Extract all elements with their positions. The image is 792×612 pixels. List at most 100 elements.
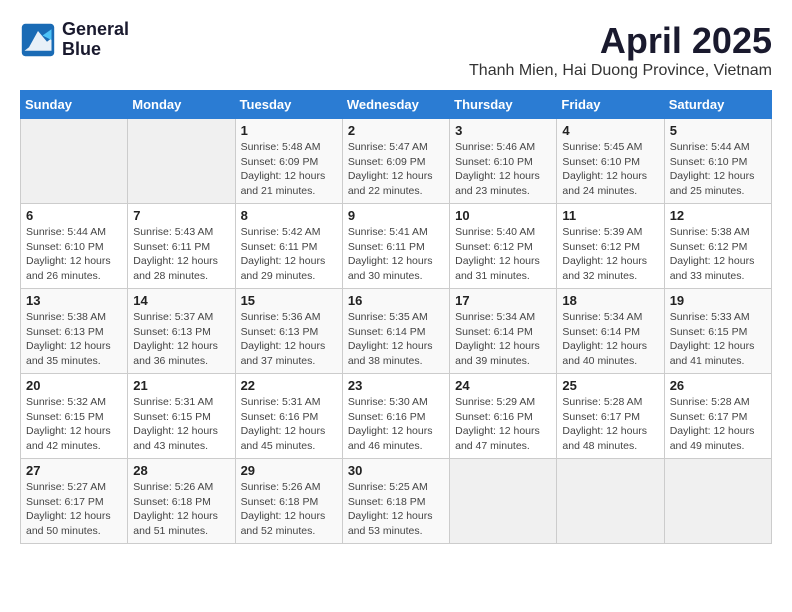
- calendar-cell: 22 Sunrise: 5:31 AM Sunset: 6:16 PM Dayli…: [235, 374, 342, 459]
- day-number: 14: [133, 293, 229, 308]
- day-number: 16: [348, 293, 444, 308]
- day-number: 20: [26, 378, 122, 393]
- calendar-cell: 6Sunrise: 5:44 AM Sunset: 6:10 PM Daylig…: [21, 204, 128, 289]
- calendar-cell: [128, 119, 235, 204]
- calendar-cell: 3 Sunrise: 5:46 AM Sunset: 6:10 PM Daylig…: [450, 119, 557, 204]
- logo-line1: General: [62, 20, 129, 40]
- day-info: Sunrise: 5:47 AM Sunset: 6:09 PM Dayligh…: [348, 140, 444, 199]
- calendar-cell: 19 Sunrise: 5:33 AM Sunset: 6:15 PM Dayli…: [664, 289, 771, 374]
- day-number: 19: [670, 293, 766, 308]
- day-info: Sunrise: 5:30 AM Sunset: 6:16 PM Dayligh…: [348, 395, 444, 454]
- calendar-cell: 23 Sunrise: 5:30 AM Sunset: 6:16 PM Dayli…: [342, 374, 449, 459]
- calendar-cell: [664, 459, 771, 544]
- day-number: 24: [455, 378, 551, 393]
- weekday-header-monday: Monday: [128, 91, 235, 119]
- day-number: 1: [241, 123, 337, 138]
- calendar-cell: 2 Sunrise: 5:47 AM Sunset: 6:09 PM Daylig…: [342, 119, 449, 204]
- calendar-cell: 20Sunrise: 5:32 AM Sunset: 6:15 PM Dayli…: [21, 374, 128, 459]
- day-info: Sunrise: 5:34 AM Sunset: 6:14 PM Dayligh…: [455, 310, 551, 369]
- day-info: Sunrise: 5:31 AM Sunset: 6:15 PM Dayligh…: [133, 395, 229, 454]
- day-info: Sunrise: 5:40 AM Sunset: 6:12 PM Dayligh…: [455, 225, 551, 284]
- day-number: 13: [26, 293, 122, 308]
- day-info: Sunrise: 5:42 AM Sunset: 6:11 PM Dayligh…: [241, 225, 337, 284]
- day-info: Sunrise: 5:43 AM Sunset: 6:11 PM Dayligh…: [133, 225, 229, 284]
- calendar-cell: 17Sunrise: 5:34 AM Sunset: 6:14 PM Dayli…: [450, 289, 557, 374]
- calendar-cell: 24 Sunrise: 5:29 AM Sunset: 6:16 PM Dayli…: [450, 374, 557, 459]
- day-number: 3: [455, 123, 551, 138]
- day-info: Sunrise: 5:38 AM Sunset: 6:12 PM Dayligh…: [670, 225, 766, 284]
- calendar-cell: 26 Sunrise: 5:28 AM Sunset: 6:17 PM Dayli…: [664, 374, 771, 459]
- day-number: 12: [670, 208, 766, 223]
- calendar-cell: [450, 459, 557, 544]
- calendar-cell: 27 Sunrise: 5:27 AM Sunset: 6:17 PM Dayli…: [21, 459, 128, 544]
- calendar-cell: 4 Sunrise: 5:45 AM Sunset: 6:10 PM Daylig…: [557, 119, 664, 204]
- calendar-cell: 30 Sunrise: 5:25 AM Sunset: 6:18 PM Dayli…: [342, 459, 449, 544]
- weekday-header-wednesday: Wednesday: [342, 91, 449, 119]
- day-info: Sunrise: 5:46 AM Sunset: 6:10 PM Dayligh…: [455, 140, 551, 199]
- calendar-week-5: 27 Sunrise: 5:27 AM Sunset: 6:17 PM Dayli…: [21, 459, 772, 544]
- day-number: 2: [348, 123, 444, 138]
- day-number: 11: [562, 208, 658, 223]
- calendar-cell: 1Sunrise: 5:48 AM Sunset: 6:09 PM Daylig…: [235, 119, 342, 204]
- day-number: 5: [670, 123, 766, 138]
- day-info: Sunrise: 5:26 AM Sunset: 6:18 PM Dayligh…: [133, 480, 229, 539]
- day-info: Sunrise: 5:27 AM Sunset: 6:17 PM Dayligh…: [26, 480, 122, 539]
- calendar-week-1: 1Sunrise: 5:48 AM Sunset: 6:09 PM Daylig…: [21, 119, 772, 204]
- header: General Blue April 2025 Thanh Mien, Hai …: [20, 20, 772, 80]
- day-info: Sunrise: 5:44 AM Sunset: 6:10 PM Dayligh…: [670, 140, 766, 199]
- day-info: Sunrise: 5:36 AM Sunset: 6:13 PM Dayligh…: [241, 310, 337, 369]
- weekday-header-saturday: Saturday: [664, 91, 771, 119]
- calendar-cell: 16Sunrise: 5:35 AM Sunset: 6:14 PM Dayli…: [342, 289, 449, 374]
- day-number: 18: [562, 293, 658, 308]
- day-info: Sunrise: 5:31 AM Sunset: 6:16 PM Dayligh…: [241, 395, 337, 454]
- weekday-header-thursday: Thursday: [450, 91, 557, 119]
- weekday-header-friday: Friday: [557, 91, 664, 119]
- day-number: 10: [455, 208, 551, 223]
- title-area: April 2025 Thanh Mien, Hai Duong Provinc…: [469, 20, 772, 80]
- calendar-cell: 10 Sunrise: 5:40 AM Sunset: 6:12 PM Dayli…: [450, 204, 557, 289]
- day-number: 26: [670, 378, 766, 393]
- calendar-cell: 11Sunrise: 5:39 AM Sunset: 6:12 PM Dayli…: [557, 204, 664, 289]
- day-number: 27: [26, 463, 122, 478]
- calendar-week-4: 20Sunrise: 5:32 AM Sunset: 6:15 PM Dayli…: [21, 374, 772, 459]
- calendar-cell: [557, 459, 664, 544]
- day-info: Sunrise: 5:28 AM Sunset: 6:17 PM Dayligh…: [670, 395, 766, 454]
- day-info: Sunrise: 5:29 AM Sunset: 6:16 PM Dayligh…: [455, 395, 551, 454]
- day-number: 4: [562, 123, 658, 138]
- day-info: Sunrise: 5:41 AM Sunset: 6:11 PM Dayligh…: [348, 225, 444, 284]
- day-number: 8: [241, 208, 337, 223]
- location: Thanh Mien, Hai Duong Province, Vietnam: [469, 62, 772, 80]
- weekday-header-row: SundayMondayTuesdayWednesdayThursdayFrid…: [21, 91, 772, 119]
- logo-icon: [20, 22, 56, 58]
- day-info: Sunrise: 5:33 AM Sunset: 6:15 PM Dayligh…: [670, 310, 766, 369]
- weekday-header-tuesday: Tuesday: [235, 91, 342, 119]
- calendar-cell: 21Sunrise: 5:31 AM Sunset: 6:15 PM Dayli…: [128, 374, 235, 459]
- day-number: 15: [241, 293, 337, 308]
- day-number: 30: [348, 463, 444, 478]
- calendar-cell: 8 Sunrise: 5:42 AM Sunset: 6:11 PM Daylig…: [235, 204, 342, 289]
- calendar-cell: 13Sunrise: 5:38 AM Sunset: 6:13 PM Dayli…: [21, 289, 128, 374]
- calendar-cell: 9 Sunrise: 5:41 AM Sunset: 6:11 PM Daylig…: [342, 204, 449, 289]
- weekday-header-sunday: Sunday: [21, 91, 128, 119]
- logo: General Blue: [20, 20, 129, 60]
- calendar-cell: 14 Sunrise: 5:37 AM Sunset: 6:13 PM Dayli…: [128, 289, 235, 374]
- calendar-week-2: 6Sunrise: 5:44 AM Sunset: 6:10 PM Daylig…: [21, 204, 772, 289]
- day-info: Sunrise: 5:37 AM Sunset: 6:13 PM Dayligh…: [133, 310, 229, 369]
- day-info: Sunrise: 5:25 AM Sunset: 6:18 PM Dayligh…: [348, 480, 444, 539]
- calendar-cell: 12 Sunrise: 5:38 AM Sunset: 6:12 PM Dayli…: [664, 204, 771, 289]
- day-number: 25: [562, 378, 658, 393]
- day-number: 23: [348, 378, 444, 393]
- logo-line2: Blue: [62, 40, 129, 60]
- day-number: 28: [133, 463, 229, 478]
- month-year: April 2025: [469, 20, 772, 62]
- calendar-cell: 29Sunrise: 5:26 AM Sunset: 6:18 PM Dayli…: [235, 459, 342, 544]
- calendar-cell: 18 Sunrise: 5:34 AM Sunset: 6:14 PM Dayli…: [557, 289, 664, 374]
- day-info: Sunrise: 5:45 AM Sunset: 6:10 PM Dayligh…: [562, 140, 658, 199]
- day-number: 9: [348, 208, 444, 223]
- day-number: 22: [241, 378, 337, 393]
- day-info: Sunrise: 5:34 AM Sunset: 6:14 PM Dayligh…: [562, 310, 658, 369]
- calendar-cell: 25Sunrise: 5:28 AM Sunset: 6:17 PM Dayli…: [557, 374, 664, 459]
- day-number: 7: [133, 208, 229, 223]
- calendar: SundayMondayTuesdayWednesdayThursdayFrid…: [20, 90, 772, 544]
- day-number: 29: [241, 463, 337, 478]
